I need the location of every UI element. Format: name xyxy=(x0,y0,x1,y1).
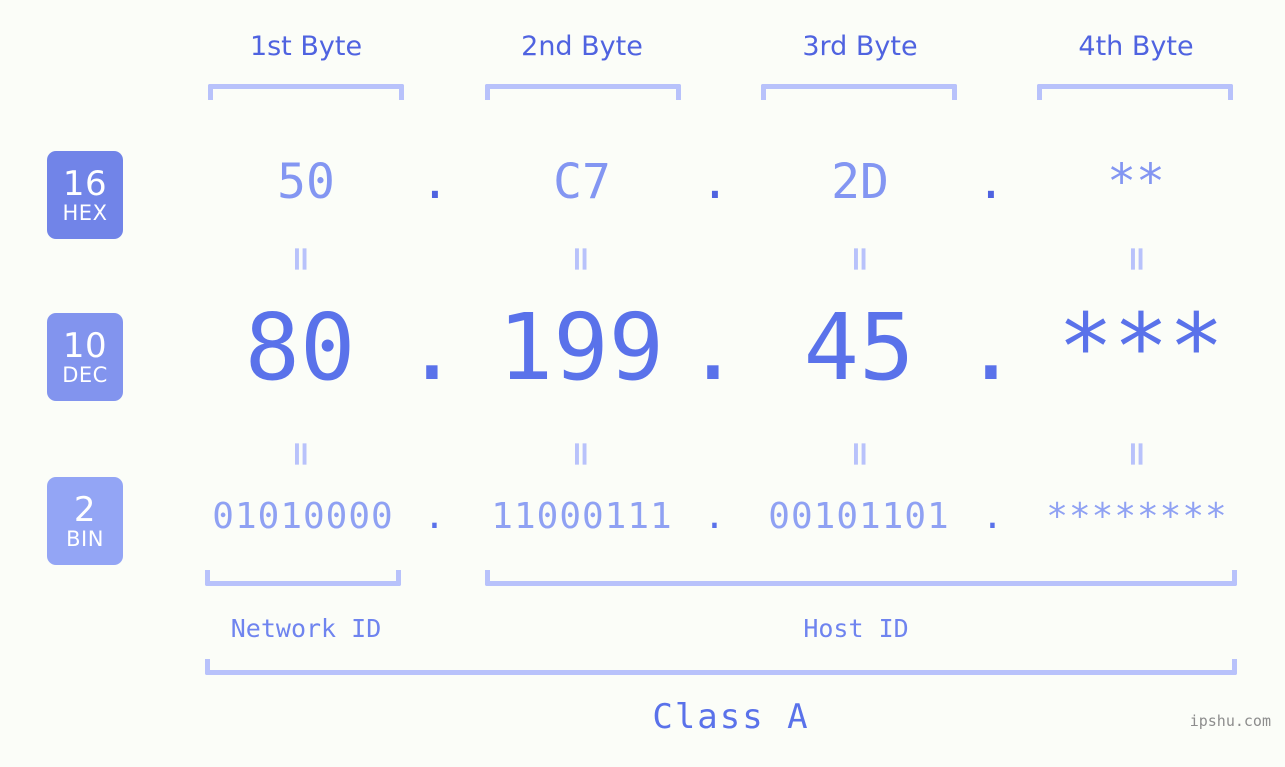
byte-header-2: 2nd Byte xyxy=(521,31,643,62)
byte-header-1: 1st Byte xyxy=(249,31,363,62)
hex-byte-1: 50 xyxy=(277,154,335,210)
bin-byte-3: 00101101 xyxy=(768,496,950,537)
equals-separator-dec-bin-1: = xyxy=(281,439,321,469)
byte-header-4: 4th Byte xyxy=(1078,31,1194,62)
hex-byte-2: C7 xyxy=(553,154,611,210)
equals-separator-hex-dec-3: = xyxy=(840,244,880,274)
base-badge-dec-name: DEC xyxy=(62,362,108,387)
hex-dot-1: . xyxy=(420,154,450,210)
dec-dot-3: . xyxy=(963,294,1019,401)
equals-separator-dec-bin-3: = xyxy=(840,439,880,469)
network-id-bracket xyxy=(205,570,401,586)
dec-byte-3: 45 xyxy=(803,294,915,401)
hex-dot-2: . xyxy=(700,154,730,210)
hex-dot-3: . xyxy=(976,154,1006,210)
hex-byte-4: ** xyxy=(1107,154,1165,210)
equals-separator-hex-dec-4: = xyxy=(1117,244,1157,274)
byte-bracket-1 xyxy=(208,84,404,100)
host-id-label: Host ID xyxy=(803,614,909,643)
class-bracket xyxy=(205,659,1237,675)
equals-separator-hex-dec-1: = xyxy=(281,244,321,274)
bin-dot-2: . xyxy=(703,496,727,537)
bin-dot-3: . xyxy=(981,496,1005,537)
bin-byte-2: 11000111 xyxy=(491,496,673,537)
base-badge-dec-number: 10 xyxy=(62,325,108,366)
byte-bracket-2 xyxy=(485,84,681,100)
site-watermark: ipshu.com xyxy=(1189,712,1271,730)
equals-separator-dec-bin-4: = xyxy=(1117,439,1157,469)
byte-bracket-3 xyxy=(761,84,957,100)
dec-byte-1: 80 xyxy=(244,294,356,401)
base-badge-dec: 10 DEC xyxy=(47,313,123,401)
ip-address-breakdown-diagram: 1st Byte 2nd Byte 3rd Byte 4th Byte 16 H… xyxy=(0,0,1285,767)
base-badge-hex-number: 16 xyxy=(62,163,108,204)
base-badge-bin: 2 BIN xyxy=(47,477,123,565)
dec-byte-2: 199 xyxy=(497,294,665,401)
base-badge-bin-number: 2 xyxy=(73,489,97,530)
byte-bracket-4 xyxy=(1037,84,1233,100)
byte-header-3: 3rd Byte xyxy=(802,31,918,62)
bin-byte-4: ******** xyxy=(1046,496,1228,537)
equals-separator-dec-bin-2: = xyxy=(561,439,601,469)
dec-byte-4: *** xyxy=(1057,294,1225,401)
base-badge-hex-name: HEX xyxy=(62,200,108,225)
base-badge-hex: 16 HEX xyxy=(47,151,123,239)
hex-byte-3: 2D xyxy=(831,154,889,210)
dec-dot-2: . xyxy=(685,294,741,401)
bin-dot-1: . xyxy=(423,496,447,537)
base-badge-bin-name: BIN xyxy=(66,526,104,551)
network-id-label: Network ID xyxy=(230,614,382,643)
host-id-bracket xyxy=(485,570,1237,586)
class-label: Class A xyxy=(652,697,810,737)
bin-byte-1: 01010000 xyxy=(212,496,394,537)
equals-separator-hex-dec-2: = xyxy=(561,244,601,274)
dec-dot-1: . xyxy=(404,294,460,401)
